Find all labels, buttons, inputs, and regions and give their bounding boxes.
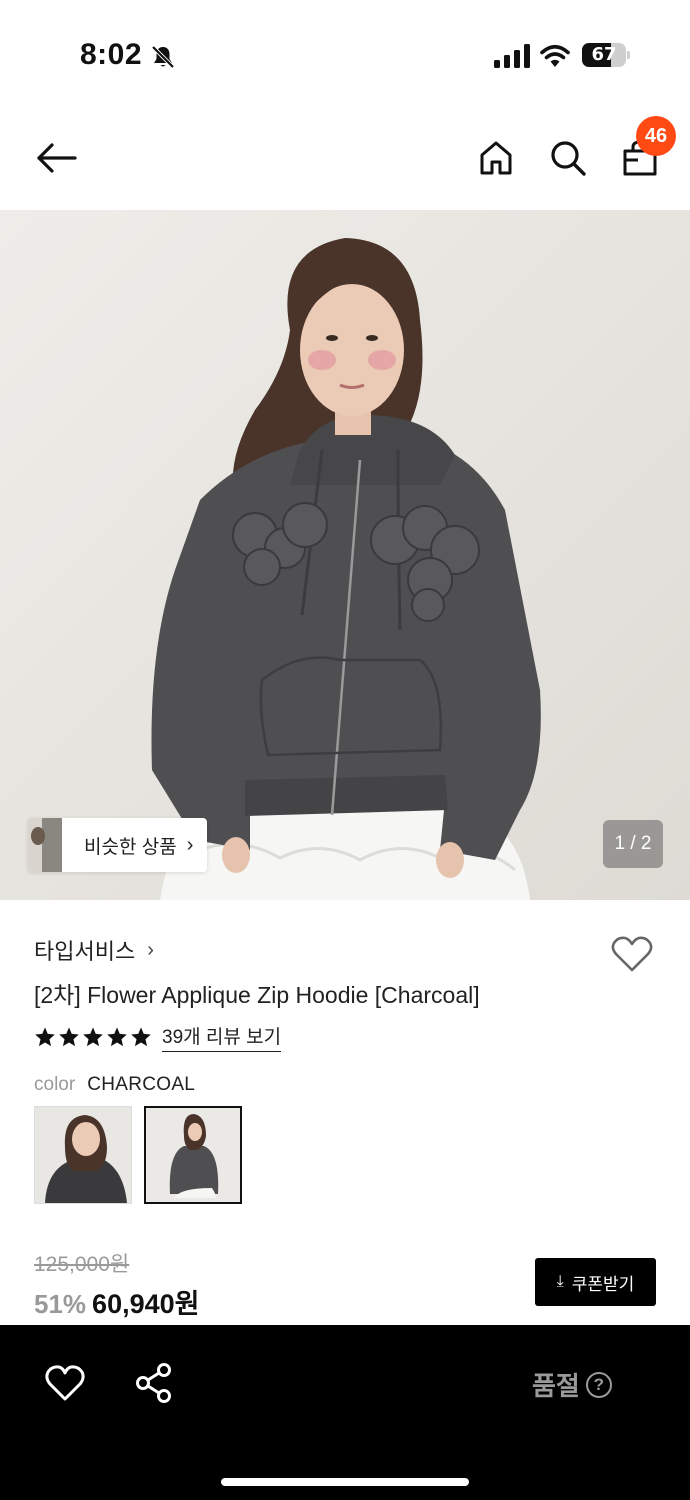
sale-price: 60,940원 — [92, 1289, 200, 1319]
bell-off-icon — [151, 45, 175, 69]
help-icon[interactable]: ? — [585, 1371, 612, 1398]
star-icon — [131, 1027, 151, 1047]
bottom-action-bar — [0, 1325, 690, 1500]
coupon-download-button[interactable]: ⤓ 쿠폰받기 — [535, 1258, 656, 1306]
color-swatch-selected[interactable] — [144, 1106, 242, 1204]
cellular-signal-icon — [494, 44, 530, 68]
product-photo — [0, 210, 690, 900]
color-row: color CHARCOAL — [34, 1074, 195, 1096]
home-button[interactable] — [472, 134, 520, 182]
product-image-carousel[interactable] — [0, 210, 690, 900]
coupon-label: 쿠폰받기 — [571, 1274, 635, 1294]
star-icon — [107, 1027, 127, 1047]
image-page-counter: 1 / 2 — [603, 820, 663, 868]
price-row: 51% 60,940원 — [34, 1282, 199, 1321]
home-indicator — [221, 1478, 469, 1486]
discount-rate: 51% — [34, 1289, 87, 1319]
original-price: 125,000원 — [34, 1253, 130, 1276]
status-bar: 8:02 67 — [0, 0, 690, 100]
rating-row: 39개 리뷰 보기 — [34, 1022, 282, 1052]
share-icon[interactable] — [134, 1362, 174, 1404]
arrow-left-icon — [37, 143, 77, 173]
chevron-right-icon: › — [147, 938, 154, 961]
similar-products-label: 비슷한 상품 — [84, 836, 177, 858]
sold-out-label: 품절 — [532, 1371, 580, 1401]
back-button[interactable] — [32, 134, 80, 182]
top-nav — [0, 110, 690, 206]
heart-icon[interactable] — [44, 1362, 86, 1404]
cart-count-badge: 46 — [636, 116, 676, 156]
rating-stars — [34, 1026, 152, 1048]
search-icon — [551, 141, 586, 176]
status-time: 8:02 — [80, 38, 143, 71]
color-swatch[interactable] — [34, 1106, 132, 1204]
similar-product-thumbnail — [28, 818, 62, 872]
wifi-icon — [540, 44, 570, 67]
swatch-image — [146, 1108, 240, 1202]
battery-level: 67 — [591, 44, 617, 65]
download-icon: ⤓ — [556, 1273, 564, 1290]
heart-icon[interactable] — [610, 934, 654, 974]
brand-name: 타입서비스 — [34, 939, 136, 964]
swatch-image — [35, 1107, 131, 1203]
color-label: color — [34, 1074, 76, 1095]
similar-products-button[interactable]: 비슷한 상품 › — [28, 818, 208, 872]
star-icon — [59, 1027, 79, 1047]
chevron-right-icon: › — [186, 833, 194, 856]
search-button[interactable] — [544, 134, 592, 182]
home-icon — [480, 141, 512, 175]
sold-out-status: 품절 ? — [532, 1366, 612, 1403]
review-link[interactable]: 39개 리뷰 보기 — [162, 1022, 282, 1052]
color-value: CHARCOAL — [87, 1074, 196, 1095]
brand-link[interactable]: 타입서비스 › — [34, 934, 154, 966]
star-icon — [83, 1027, 103, 1047]
product-title: [2차] Flower Applique Zip Hoodie [Charcoa… — [34, 982, 480, 1008]
star-icon — [35, 1027, 55, 1047]
battery-icon: 67 — [582, 43, 630, 67]
